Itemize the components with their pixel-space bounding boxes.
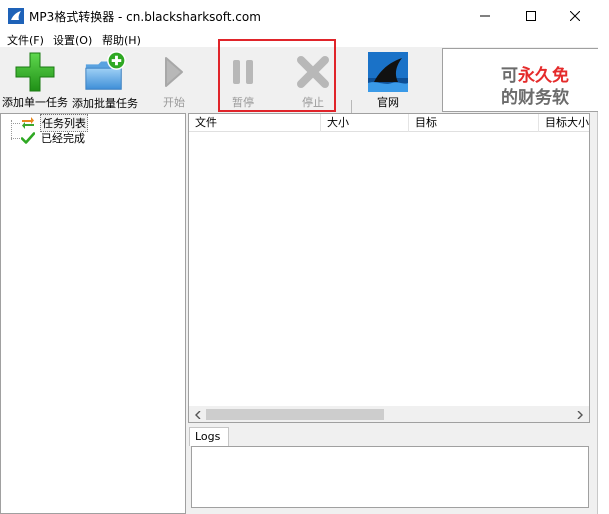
stop-label: 停止: [302, 96, 324, 109]
column-header-file[interactable]: 文件: [189, 114, 321, 132]
app-window: MP3格式转换器 - cn.blacksharksoft.com 文件(F) 设…: [0, 0, 598, 514]
tab-logs[interactable]: Logs: [189, 427, 229, 446]
pause-button[interactable]: 暂停: [219, 47, 267, 110]
task-list-view[interactable]: 文件 大小 目标 目标大小: [188, 113, 590, 423]
start-button[interactable]: 开始: [150, 47, 198, 110]
checkmark-icon: [21, 132, 35, 144]
plus-icon: [15, 52, 55, 91]
chevron-left-icon: [195, 410, 201, 419]
tree-item-completed[interactable]: 已经完成: [21, 131, 86, 145]
horizontal-scrollbar[interactable]: [189, 406, 589, 422]
logs-text-area[interactable]: [191, 446, 589, 508]
tree-connector-branch: [11, 138, 20, 139]
folder-add-icon: [85, 51, 126, 90]
tree-item-label: 已经完成: [41, 132, 85, 145]
add-batch-task-label: 添加批量任务: [72, 97, 138, 110]
maximize-icon: [526, 10, 536, 21]
title-bar[interactable]: MP3格式转换器 - cn.blacksharksoft.com: [0, 0, 598, 31]
scroll-right-button[interactable]: [573, 408, 587, 421]
swap-arrows-icon: [22, 117, 34, 129]
menu-help[interactable]: 帮助(H): [102, 32, 141, 48]
add-batch-task-button[interactable]: 添加批量任务: [70, 47, 140, 110]
play-icon: [165, 56, 183, 87]
stop-button[interactable]: 停止: [289, 47, 337, 110]
column-header-size[interactable]: 大小: [321, 114, 409, 132]
ad-banner[interactable]: 可永久免 的财务软: [442, 48, 598, 112]
scroll-left-button[interactable]: [191, 408, 205, 421]
chevron-right-icon: [577, 410, 583, 419]
app-logo-icon: [8, 8, 24, 24]
website-label: 官网: [377, 96, 399, 109]
website-button[interactable]: 官网: [364, 47, 412, 110]
column-header-target-size[interactable]: 目标大小: [539, 114, 589, 132]
minimize-button[interactable]: [462, 0, 508, 31]
tree-connector-branch: [11, 123, 20, 124]
window-title: MP3格式转换器 - cn.blacksharksoft.com: [29, 10, 261, 24]
pause-icon: [233, 59, 253, 84]
menu-settings[interactable]: 设置(O): [53, 32, 92, 48]
ad-line-2: 的财务软: [501, 88, 569, 108]
task-tree[interactable]: 任务列表 已经完成: [0, 113, 186, 514]
background-edge: [599, 0, 609, 514]
add-single-task-label: 添加单一任务: [2, 96, 68, 109]
list-header: 文件 大小 目标 目标大小: [189, 114, 589, 132]
menu-bar: 文件(F) 设置(O) 帮助(H): [0, 31, 598, 47]
column-header-target[interactable]: 目标: [409, 114, 539, 132]
close-icon: [570, 10, 580, 21]
start-label: 开始: [163, 96, 185, 109]
maximize-button[interactable]: [508, 0, 554, 31]
close-button[interactable]: [552, 0, 598, 31]
menu-file[interactable]: 文件(F): [7, 32, 44, 48]
stop-x-icon: [297, 55, 329, 88]
minimize-icon: [480, 15, 490, 16]
shark-logo-icon: [368, 51, 408, 92]
add-single-task-button[interactable]: 添加单一任务: [0, 47, 70, 110]
scroll-thumb[interactable]: [206, 409, 384, 420]
tree-item-task-list[interactable]: 任务列表: [21, 114, 88, 132]
pause-label: 暂停: [232, 96, 254, 109]
